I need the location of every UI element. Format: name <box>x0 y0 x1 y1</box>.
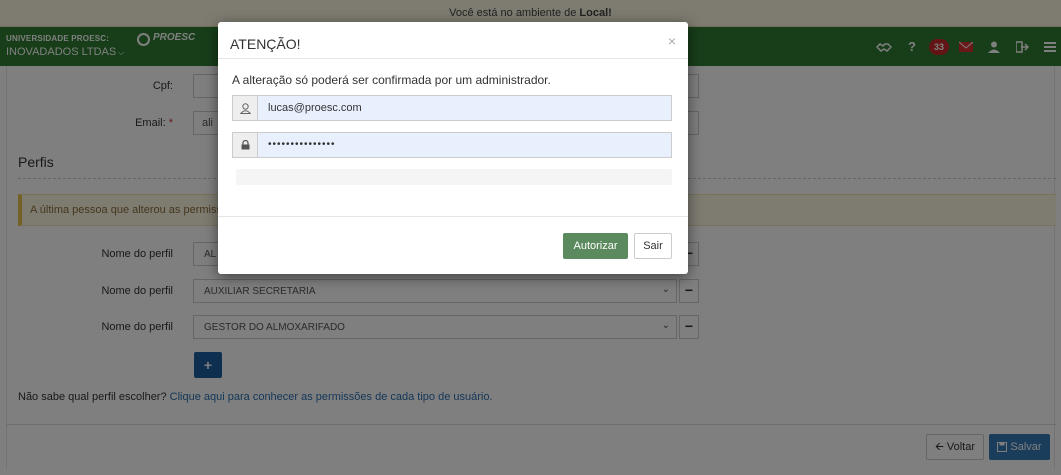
close-icon[interactable]: × <box>668 33 676 49</box>
authorization-progress <box>236 169 672 185</box>
modal-header-divider <box>218 58 688 59</box>
admin-password-group: ••••••••••••••• <box>232 132 672 158</box>
admin-password-input[interactable]: ••••••••••••••• <box>258 133 671 157</box>
admin-email-group: lucas@proesc.com <box>232 95 672 121</box>
exit-button[interactable]: Sair <box>634 233 672 259</box>
lock-icon <box>233 133 258 157</box>
modal-footer-divider <box>218 216 688 217</box>
modal-message: A alteração só poderá ser confirmada por… <box>232 73 551 87</box>
authorize-button[interactable]: Autorizar <box>563 233 628 259</box>
admin-email-input[interactable]: lucas@proesc.com <box>258 96 671 120</box>
user-outline-icon <box>233 96 258 120</box>
authorization-modal: ATENÇÃO! × A alteração só poderá ser con… <box>218 22 688 274</box>
modal-title: ATENÇÃO! <box>230 36 301 52</box>
